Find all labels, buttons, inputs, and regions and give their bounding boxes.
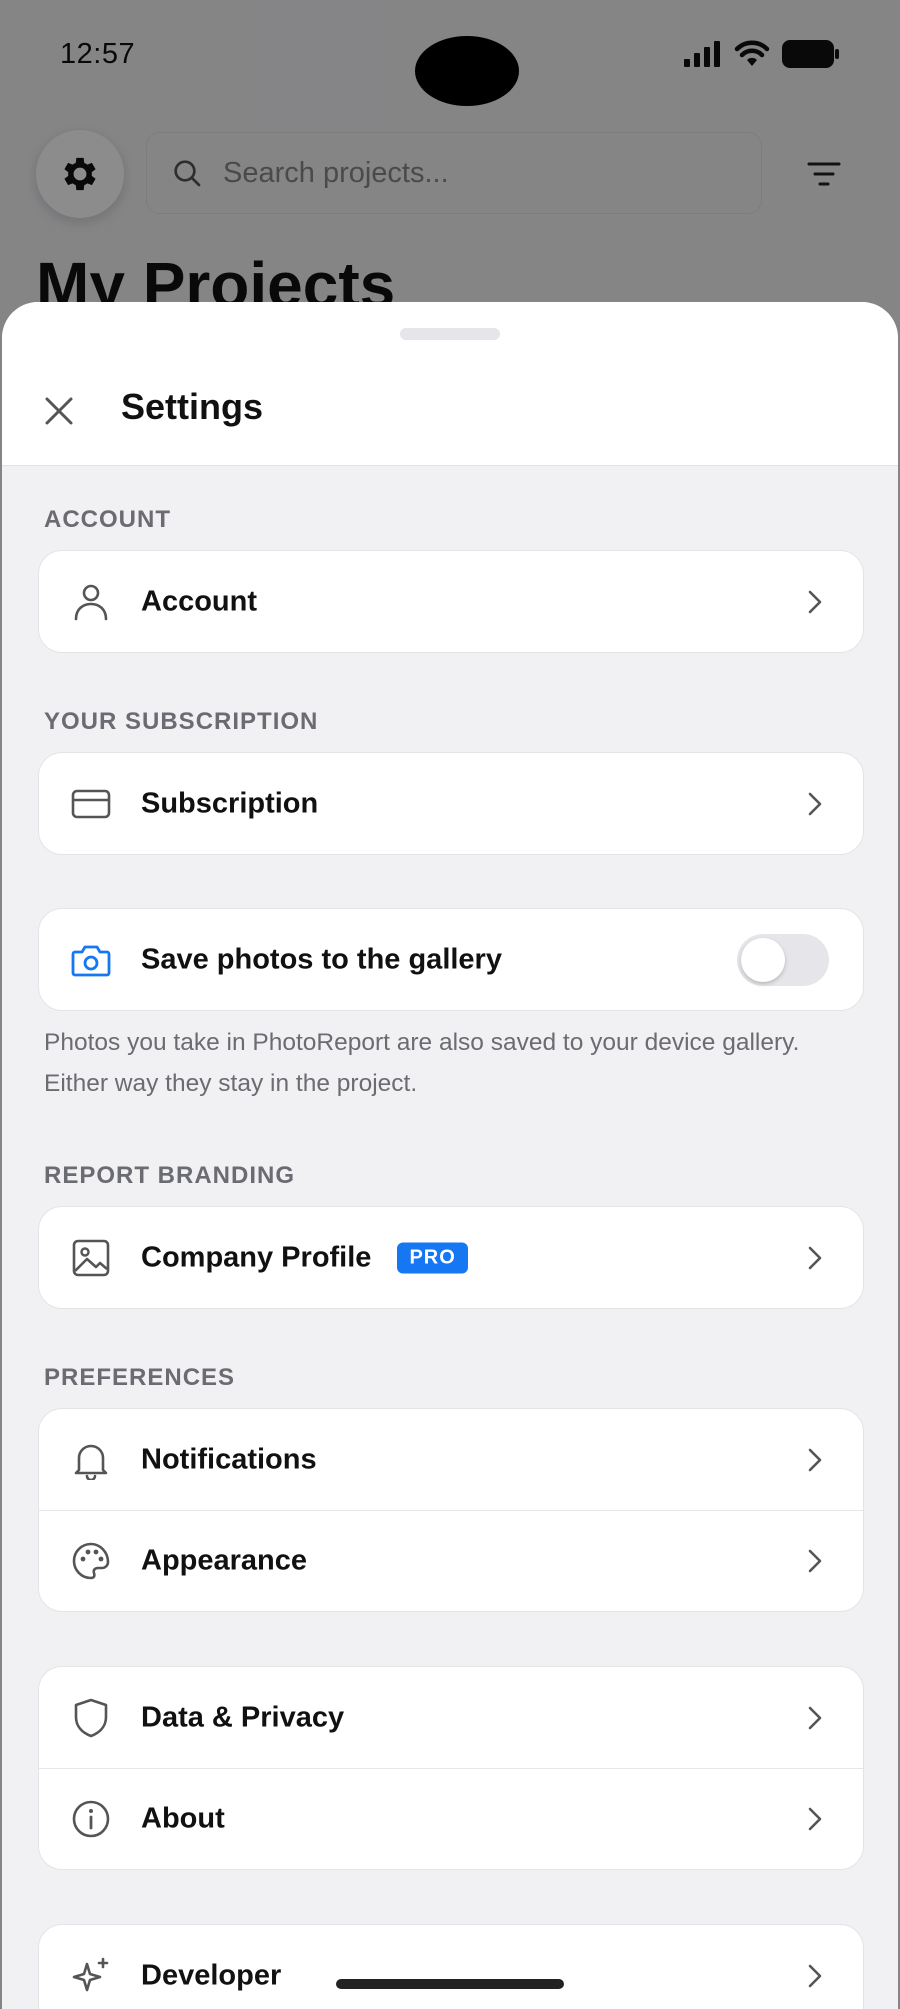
account-row[interactable]: Account bbox=[39, 551, 863, 652]
account-label: Account bbox=[141, 585, 257, 617]
subscription-card: Subscription bbox=[38, 752, 864, 855]
sheet-grabber[interactable] bbox=[400, 328, 500, 340]
save-photos-label: Save photos to the gallery bbox=[141, 943, 502, 975]
palette-icon bbox=[71, 1541, 111, 1581]
bell-icon bbox=[71, 1440, 111, 1480]
settings-sheet: Settings ACCOUNT Account YOUR SUBSCRIPTI… bbox=[2, 302, 898, 2009]
subscription-label: Subscription bbox=[141, 787, 319, 819]
about-row[interactable]: About bbox=[39, 1768, 863, 1869]
company-profile-label: Company Profile PRO bbox=[141, 1241, 468, 1274]
chevron-right-icon bbox=[805, 1447, 825, 1473]
section-label-branding: REPORT BRANDING bbox=[44, 1162, 296, 1189]
save-photos-card: Save photos to the gallery bbox=[38, 908, 864, 1011]
account-card: Account bbox=[38, 550, 864, 653]
home-indicator[interactable] bbox=[336, 1979, 564, 1989]
pro-badge: PRO bbox=[397, 1242, 468, 1273]
chevron-right-icon bbox=[805, 589, 825, 615]
info-icon bbox=[71, 1799, 111, 1839]
company-profile-text: Company Profile bbox=[141, 1241, 372, 1273]
chevron-right-icon bbox=[805, 1705, 825, 1731]
chevron-right-icon bbox=[805, 1963, 825, 1989]
save-photos-toggle[interactable] bbox=[737, 933, 829, 986]
sheet-title: Settings bbox=[121, 386, 264, 427]
chevron-right-icon bbox=[805, 791, 825, 817]
subscription-row[interactable]: Subscription bbox=[39, 753, 863, 854]
branding-card: Company Profile PRO bbox=[38, 1206, 864, 1309]
user-icon bbox=[71, 582, 111, 622]
save-photos-helper-text: Photos you take in PhotoReport are also … bbox=[44, 1029, 800, 1097]
save-photos-row[interactable]: Save photos to the gallery bbox=[39, 909, 863, 1010]
chevron-right-icon bbox=[805, 1806, 825, 1832]
data-privacy-label: Data & Privacy bbox=[141, 1701, 345, 1733]
developer-label: Developer bbox=[141, 1959, 282, 1991]
close-icon bbox=[45, 397, 73, 425]
appearance-row[interactable]: Appearance bbox=[39, 1510, 863, 1611]
image-icon bbox=[71, 1238, 111, 1278]
data-privacy-row[interactable]: Data & Privacy bbox=[39, 1667, 863, 1768]
about-label: About bbox=[141, 1802, 225, 1835]
section-label-account: ACCOUNT bbox=[44, 506, 171, 533]
appearance-label: Appearance bbox=[141, 1544, 308, 1577]
camera-icon bbox=[71, 940, 111, 980]
toggle-knob bbox=[741, 937, 785, 982]
chevron-right-icon bbox=[805, 1548, 825, 1574]
company-profile-row[interactable]: Company Profile PRO bbox=[39, 1207, 863, 1308]
section-label-subscription: YOUR SUBSCRIPTION bbox=[44, 708, 319, 735]
sheet-header: Settings bbox=[2, 302, 898, 466]
notifications-label: Notifications bbox=[141, 1443, 317, 1475]
shield-icon bbox=[71, 1698, 111, 1738]
developer-row[interactable]: Developer bbox=[39, 1925, 863, 2009]
credit-card-icon bbox=[71, 784, 111, 824]
chevron-right-icon bbox=[805, 1245, 825, 1271]
notifications-row[interactable]: Notifications bbox=[39, 1409, 863, 1510]
developer-card: Developer bbox=[38, 1924, 864, 2009]
close-button[interactable] bbox=[32, 384, 86, 438]
section-label-preferences: PREFERENCES bbox=[44, 1364, 236, 1391]
sparkles-icon bbox=[71, 1956, 111, 1996]
preferences-card: Notifications Appearance bbox=[38, 1408, 864, 1612]
info-card: Data & Privacy About bbox=[38, 1666, 864, 1870]
